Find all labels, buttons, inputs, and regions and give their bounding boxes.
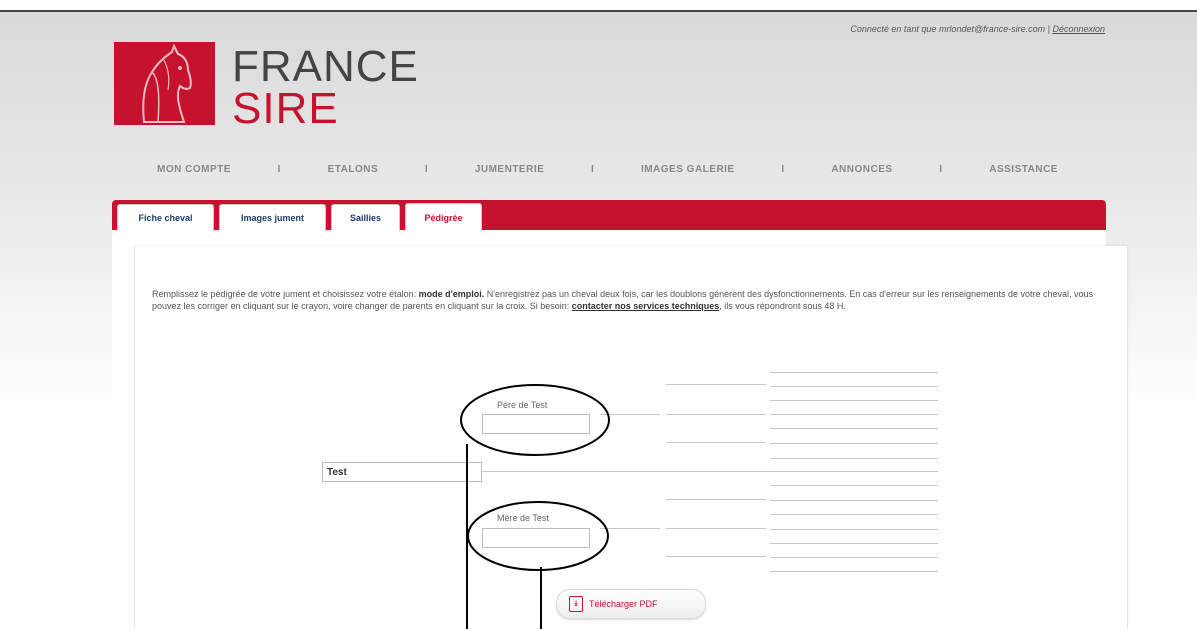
tree-line <box>770 529 938 530</box>
nav-separator: I <box>277 163 281 175</box>
tab-images-jument[interactable]: Images jument <box>219 204 326 231</box>
tree-line <box>666 528 766 529</box>
nav-separator: I <box>939 163 943 175</box>
sire-field[interactable] <box>482 414 590 434</box>
tree-line <box>482 471 592 472</box>
download-pdf-label: Télécharger PDF <box>589 599 658 609</box>
tree-line <box>770 543 938 544</box>
nav-item-mon-compte[interactable]: MON COMPTE <box>157 164 231 175</box>
tree-line <box>770 372 938 373</box>
instructions-part-3: , ils vous répondront sous 48 H. <box>719 301 846 311</box>
nav-separator: I <box>590 163 595 175</box>
nav-item-assistance[interactable]: ASSISTANCE <box>989 164 1058 175</box>
account-status-text: Connecté en tant que mrlondet@france-sir… <box>850 24 1053 34</box>
nav-item-etalons[interactable]: ETALONS <box>328 164 379 175</box>
nav-separator: I <box>781 163 785 175</box>
nav-item-annonces[interactable]: ANNONCES <box>831 164 892 175</box>
main-nav: MON COMPTE I ETALONS I JUMENTERIE I IMAG… <box>135 152 1080 186</box>
tab-pedigree[interactable]: Pédigrée <box>405 203 482 231</box>
tree-line <box>770 500 938 501</box>
tree-line <box>770 400 938 401</box>
nav-separator: I <box>424 163 429 175</box>
tree-line <box>600 414 660 415</box>
tree-line <box>600 528 660 529</box>
tree-line <box>666 556 766 557</box>
horse-name-field[interactable] <box>322 462 482 482</box>
logo-horse-emblem[interactable] <box>114 42 215 125</box>
dam-label: Mère de Test <box>497 513 549 523</box>
download-pdf-button[interactable]: ⤓ Télécharger PDF <box>556 589 706 619</box>
logout-link[interactable]: Déconnexion <box>1052 24 1105 34</box>
dam-field[interactable] <box>482 528 590 548</box>
tab-fiche-cheval[interactable]: Fiche cheval <box>117 204 214 231</box>
contact-services-link[interactable]: contacter nos services techniques <box>572 301 720 311</box>
tree-line <box>770 514 938 515</box>
tree-line <box>592 471 938 472</box>
tree-line <box>666 414 766 415</box>
logo-text-sire: SIRE <box>232 84 339 133</box>
tree-line <box>770 485 938 486</box>
nav-item-images-galerie[interactable]: IMAGES GALERIE <box>641 164 735 175</box>
tree-line <box>666 442 766 443</box>
mode-emploi-link[interactable]: mode d'emploi. <box>419 289 485 299</box>
tree-line <box>666 384 766 385</box>
tree-line <box>770 386 938 387</box>
tree-line <box>770 571 938 572</box>
instructions-text: Remplissez le pédigrée de votre jument e… <box>152 288 1107 312</box>
nav-item-jumenterie[interactable]: JUMENTERIE <box>475 164 544 175</box>
tree-line <box>770 443 938 444</box>
tree-line <box>770 557 938 558</box>
instructions-part-1: Remplissez le pédigrée de votre jument e… <box>152 289 419 299</box>
pdf-icon: ⤓ <box>569 596 583 612</box>
account-bar: Connecté en tant que mrlondet@france-sir… <box>850 24 1105 34</box>
tree-line <box>770 458 938 459</box>
tab-saillies[interactable]: Saillies <box>331 204 400 231</box>
sire-label: Père de Test <box>497 400 548 410</box>
tree-line <box>666 499 766 500</box>
tree-line <box>770 428 938 429</box>
tree-line <box>770 414 938 415</box>
horse-head-icon <box>114 42 215 125</box>
